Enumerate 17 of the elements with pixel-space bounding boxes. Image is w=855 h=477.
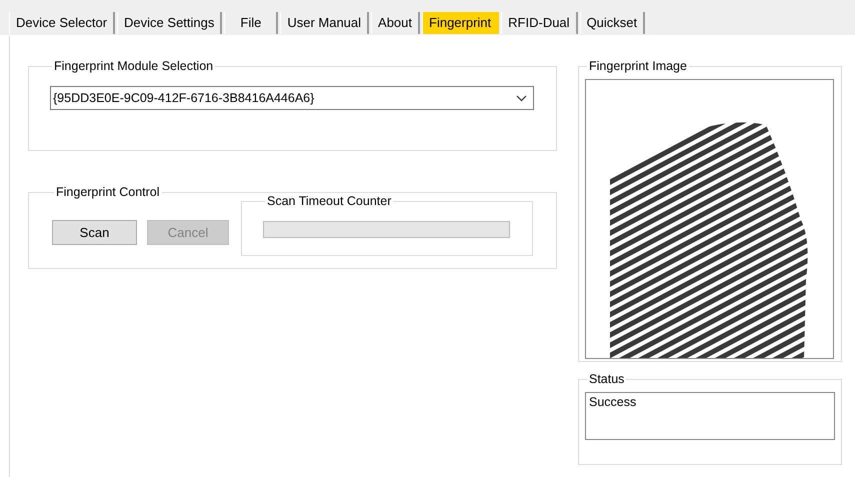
group-title: Status [589, 372, 624, 386]
tab[interactable]: File [224, 12, 278, 34]
group-title: Fingerprint Module Selection [54, 59, 214, 73]
tab[interactable]: Device Settings [117, 12, 222, 34]
button[interactable]: Scan [52, 220, 137, 245]
tab[interactable]: Device Selector [9, 12, 116, 34]
group-title: Scan Timeout Counter [267, 194, 392, 208]
tab[interactable]: About [371, 12, 420, 34]
group-title: Fingerprint Image [589, 59, 687, 73]
tab[interactable]: RFID-Dual [501, 12, 578, 34]
group-title: Fingerprint Control [56, 185, 160, 199]
module-dropdown[interactable]: {95DD3E0E-9C09-412F-6716-3B8416A446A6} [50, 86, 534, 110]
tab[interactable]: Fingerprint [422, 12, 500, 34]
status-text-field[interactable]: Success [585, 392, 835, 440]
tab[interactable]: Quickset [580, 12, 646, 34]
tab[interactable]: User Manual [280, 12, 370, 34]
chevron-down-icon [516, 94, 527, 102]
